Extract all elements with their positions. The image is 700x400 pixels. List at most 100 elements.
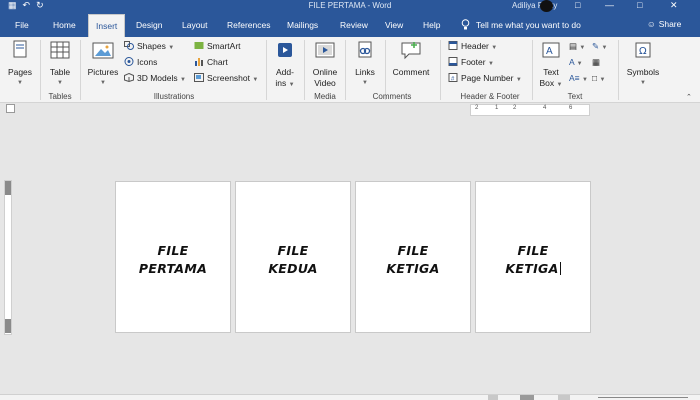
chevron-down-icon: ▼ bbox=[556, 82, 563, 88]
icons-button[interactable]: Icons bbox=[124, 56, 157, 68]
online-video-button[interactable]: Online Video bbox=[309, 40, 341, 89]
chevron-down-icon: ▼ bbox=[487, 61, 494, 67]
group-separator bbox=[80, 40, 81, 100]
link-icon bbox=[358, 41, 372, 58]
document-page[interactable]: FILE KEDUA bbox=[235, 181, 351, 333]
omega-icon: Ω bbox=[635, 42, 651, 58]
read-mode-button[interactable] bbox=[488, 395, 498, 400]
ruler-margin bbox=[5, 181, 11, 195]
print-layout-button[interactable] bbox=[520, 395, 534, 400]
ribbon-display-icon[interactable]: □ bbox=[575, 0, 580, 10]
close-icon[interactable]: ✕ bbox=[670, 0, 678, 11]
comment-label: Comment bbox=[392, 67, 430, 77]
svg-text:A: A bbox=[546, 46, 553, 57]
title-bar: ▦↶↻ FILE PERTAMA - Word Adiliya Rizky □ … bbox=[0, 0, 700, 13]
tab-references[interactable]: References bbox=[227, 20, 270, 30]
chevron-down-icon: ▼ bbox=[362, 80, 368, 86]
tab-layout[interactable]: Layout bbox=[182, 20, 208, 30]
date-time-icon[interactable]: ▦ bbox=[592, 56, 600, 68]
group-separator bbox=[440, 40, 441, 100]
screenshot-label: Screenshot bbox=[207, 73, 250, 83]
page-text-line: KEDUA bbox=[268, 261, 318, 276]
page-text[interactable]: FILE KEDUA bbox=[236, 242, 350, 278]
tab-selector[interactable] bbox=[6, 104, 15, 113]
tab-file[interactable]: File bbox=[15, 20, 29, 30]
group-label-text: Text bbox=[567, 92, 583, 101]
header-icon bbox=[448, 41, 458, 50]
icons-label: Icons bbox=[137, 57, 158, 67]
page-text[interactable]: FILE PERTAMA bbox=[116, 242, 230, 278]
vertical-ruler[interactable] bbox=[4, 180, 12, 335]
chart-button[interactable]: Chart bbox=[194, 56, 228, 68]
add-ins-label-2: ins bbox=[275, 78, 287, 88]
tab-mailings[interactable]: Mailings bbox=[287, 20, 318, 30]
text-box-label-2: Box bbox=[539, 78, 555, 88]
page-text[interactable]: FILE KETIGA bbox=[356, 242, 470, 278]
pages-label: Pages bbox=[7, 67, 33, 77]
footer-button[interactable]: Footer ▼ bbox=[448, 56, 494, 68]
page-text[interactable]: FILE KETIGA bbox=[476, 242, 590, 278]
add-ins-button[interactable]: Add- ins ▼ bbox=[272, 40, 298, 91]
tab-design[interactable]: Design bbox=[136, 20, 162, 30]
tab-insert[interactable]: Insert bbox=[88, 14, 126, 37]
document-title: FILE PERTAMA - Word bbox=[308, 1, 392, 10]
page-number-label: Page Number bbox=[461, 73, 514, 83]
chevron-down-icon: ▼ bbox=[288, 82, 295, 88]
chevron-down-icon: ▼ bbox=[491, 45, 498, 51]
tab-view[interactable]: View bbox=[385, 20, 403, 30]
shapes-button[interactable]: Shapes ▼ bbox=[124, 40, 174, 52]
document-page[interactable]: FILE KETIGA bbox=[355, 181, 471, 333]
page-icon bbox=[13, 40, 27, 58]
document-page[interactable]: FILE PERTAMA bbox=[115, 181, 231, 333]
symbols-button[interactable]: Ω Symbols ▼ bbox=[624, 40, 662, 89]
smartart-icon bbox=[194, 42, 204, 49]
pages-button[interactable]: Pages ▼ bbox=[6, 40, 34, 89]
status-bar bbox=[0, 394, 700, 400]
signature-line-icon[interactable]: ✎ ▼ bbox=[592, 40, 607, 52]
page-number-button[interactable]: # Page Number ▼ bbox=[448, 72, 522, 84]
group-separator bbox=[40, 40, 41, 100]
group-label-tables: Tables bbox=[48, 92, 72, 101]
links-label: Links bbox=[355, 67, 375, 77]
drop-cap-icon[interactable]: A≡ ▼ bbox=[569, 72, 588, 84]
group-separator bbox=[345, 40, 346, 100]
tell-me-search[interactable]: Tell me what you want to do bbox=[461, 19, 581, 30]
horizontal-ruler[interactable]: 2 1 2 4 6 bbox=[470, 104, 590, 116]
object-icon[interactable]: □ ▼ bbox=[592, 72, 605, 84]
chevron-down-icon: ▼ bbox=[640, 80, 646, 86]
chevron-down-icon: ▼ bbox=[17, 80, 23, 86]
tab-review[interactable]: Review bbox=[340, 20, 368, 30]
screenshot-button[interactable]: Screenshot ▼ bbox=[194, 72, 258, 84]
chevron-down-icon: ▼ bbox=[515, 77, 522, 83]
pictures-button[interactable]: Pictures ▼ bbox=[86, 40, 120, 89]
maximize-icon[interactable]: □ bbox=[637, 0, 642, 10]
document-page[interactable]: FILE KETIGA bbox=[475, 181, 591, 333]
text-cursor bbox=[559, 262, 561, 275]
wordart-icon[interactable]: A ▼ bbox=[569, 56, 583, 68]
links-button[interactable]: Links ▼ bbox=[351, 40, 379, 89]
text-box-button[interactable]: A Text Box ▼ bbox=[537, 40, 565, 91]
tab-home[interactable]: Home bbox=[53, 20, 76, 30]
table-button[interactable]: Table ▼ bbox=[46, 40, 74, 89]
chevron-down-icon: ▼ bbox=[57, 80, 63, 86]
group-separator bbox=[385, 40, 386, 100]
3d-models-button[interactable]: 3D Models ▼ bbox=[124, 72, 186, 84]
chevron-down-icon: ▼ bbox=[100, 80, 106, 86]
header-button[interactable]: Header ▼ bbox=[448, 40, 497, 52]
share-button[interactable]: ☺ Share bbox=[647, 19, 681, 29]
quick-parts-icon[interactable]: ▤ ▼ bbox=[569, 40, 585, 52]
comment-icon bbox=[401, 42, 421, 60]
avatar[interactable] bbox=[540, 0, 553, 12]
comment-button[interactable]: Comment bbox=[390, 40, 432, 78]
shapes-label: Shapes bbox=[137, 41, 166, 51]
zoom-slider[interactable] bbox=[598, 397, 688, 398]
page-text-line: PERTAMA bbox=[138, 261, 208, 276]
minimize-icon[interactable]: — bbox=[605, 0, 614, 10]
chart-icon bbox=[195, 58, 203, 66]
smartart-button[interactable]: SmartArt bbox=[194, 40, 241, 52]
page-text-line: FILE bbox=[397, 243, 429, 258]
tab-help[interactable]: Help bbox=[423, 20, 440, 30]
page-text-line: FILE bbox=[277, 243, 309, 258]
web-layout-button[interactable] bbox=[558, 395, 570, 400]
collapse-ribbon-icon[interactable]: ⌃ bbox=[686, 93, 692, 101]
